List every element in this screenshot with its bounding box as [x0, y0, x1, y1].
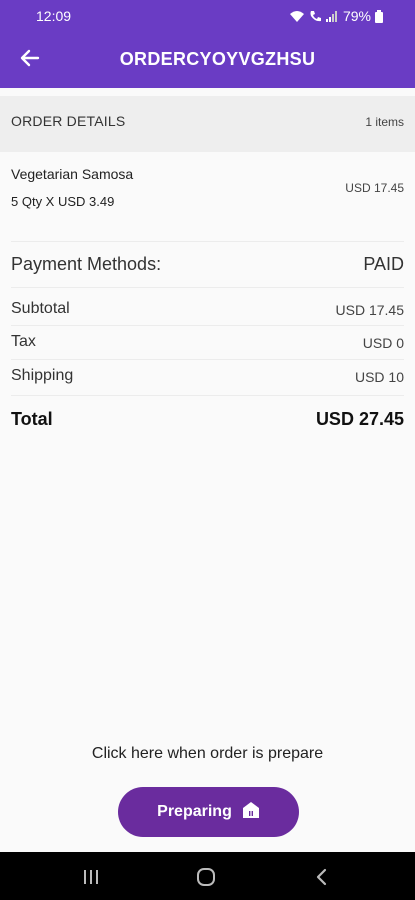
tax-label: Tax	[11, 333, 36, 350]
recent-apps-icon[interactable]	[79, 866, 103, 888]
shipping-value: USD 10	[354, 369, 404, 385]
status-time: 12:09	[36, 8, 72, 24]
wifi-icon	[289, 10, 305, 23]
tax-value: USD 0	[362, 335, 404, 351]
status-icons: 79%	[289, 8, 383, 24]
divider	[11, 325, 404, 326]
back-button[interactable]	[12, 42, 48, 78]
payment-label: Payment Methods:	[11, 254, 162, 274]
preparing-button[interactable]: Preparing	[118, 787, 299, 837]
subtotal-label: Subtotal	[11, 300, 70, 317]
payment-row: Payment Methods: PAID	[11, 254, 404, 282]
divider	[11, 241, 404, 242]
item-name: Vegetarian Samosa	[11, 166, 134, 182]
divider	[11, 359, 404, 360]
top-bar: 12:09 79% ORDERCYOYVGZHSU	[0, 0, 415, 88]
list-item: Vegetarian Samosa 5 Qty X USD 3.49 USD 1…	[0, 152, 415, 242]
system-nav-bar	[0, 852, 415, 900]
order-details-label: ORDER DETAILS	[11, 113, 126, 129]
total-value: USD 27.45	[315, 409, 404, 429]
call-icon	[309, 10, 321, 23]
back-icon[interactable]	[310, 866, 334, 888]
payment-status: PAID	[363, 254, 404, 274]
items-count: 1 items	[365, 115, 404, 129]
subtotal-value: USD 17.45	[335, 302, 404, 318]
prepare-hint: Click here when order is prepare	[91, 745, 324, 762]
total-label: Total	[11, 409, 53, 429]
divider	[11, 287, 404, 288]
store-icon	[242, 801, 260, 824]
back-arrow-icon	[20, 48, 40, 73]
shipping-label: Shipping	[11, 367, 74, 384]
battery-icon	[375, 9, 383, 23]
app-bar: ORDERCYOYVGZHSU	[0, 32, 415, 88]
order-details-header: ORDER DETAILS 1 items	[0, 96, 415, 152]
order-content: Vegetarian Samosa 5 Qty X USD 3.49 USD 1…	[0, 152, 415, 429]
battery-percent: 79%	[342, 8, 371, 24]
signal-icon	[325, 10, 339, 23]
home-icon[interactable]	[194, 866, 218, 888]
total-row: Total USD 27.45	[11, 409, 404, 437]
preparing-label: Preparing	[157, 803, 232, 820]
status-bar: 12:09 79%	[0, 0, 415, 32]
item-price: USD 17.45	[345, 181, 404, 195]
page-title: ORDERCYOYVGZHSU	[119, 49, 316, 69]
item-qty: 5 Qty X USD 3.49	[11, 194, 115, 209]
divider	[11, 395, 404, 396]
shipping-row: Shipping USD 10	[11, 367, 404, 397]
